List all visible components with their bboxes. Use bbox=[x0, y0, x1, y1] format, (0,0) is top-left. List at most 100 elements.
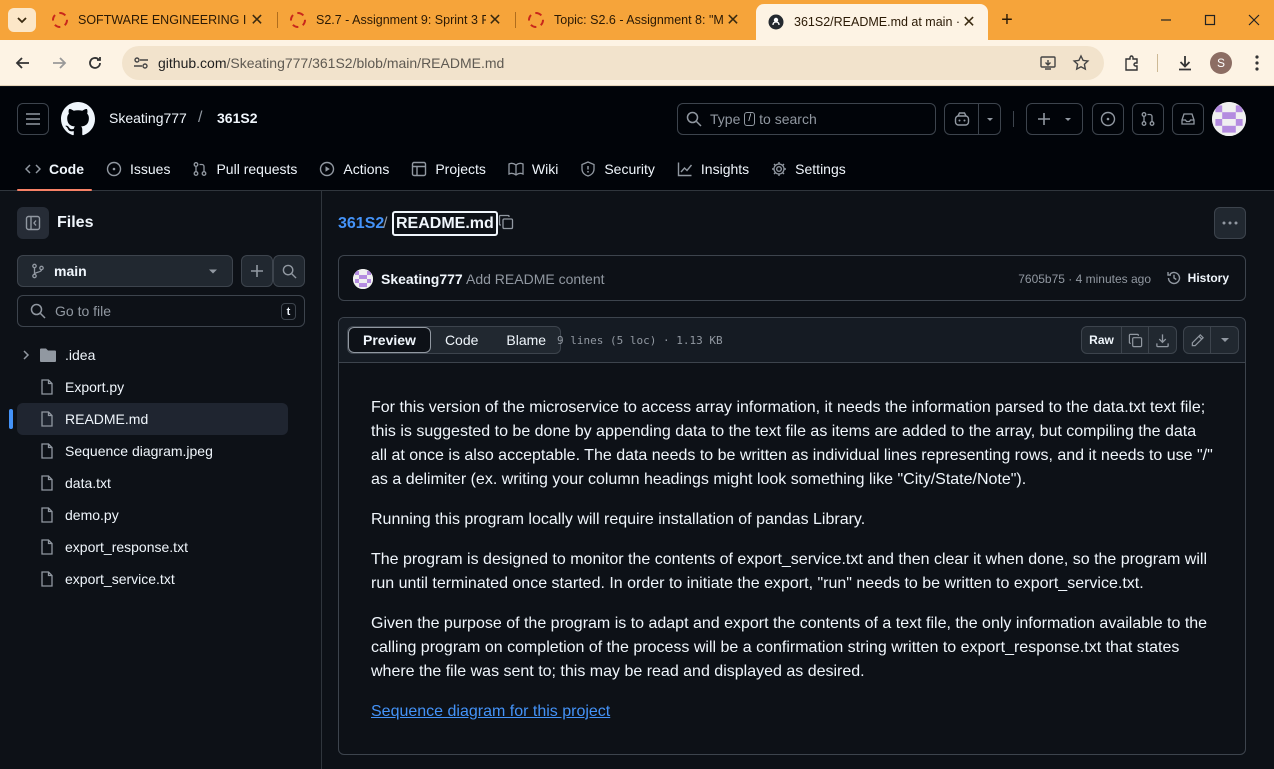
add-file-button[interactable] bbox=[241, 255, 273, 287]
file-tree-sidebar: Files main Go to file t .idea Export.py … bbox=[0, 191, 322, 769]
edit-options-dropdown[interactable] bbox=[1211, 327, 1238, 353]
sequence-diagram-link[interactable]: Sequence diagram for this project bbox=[371, 703, 610, 720]
tab-label: Actions bbox=[343, 161, 390, 177]
tab-pull-requests[interactable]: Pull requests bbox=[184, 147, 305, 191]
copilot-button[interactable] bbox=[944, 103, 1001, 135]
commit-message-link[interactable]: Add README content bbox=[466, 271, 605, 287]
tree-item-file-active[interactable]: README.md bbox=[9, 403, 288, 435]
chevron-right-icon[interactable] bbox=[21, 349, 31, 361]
profile-avatar[interactable]: S bbox=[1210, 52, 1232, 74]
tab-blame[interactable]: Blame bbox=[492, 327, 560, 353]
maximize-button[interactable] bbox=[1200, 10, 1220, 30]
tab-search-button[interactable] bbox=[8, 8, 36, 32]
repo-link[interactable]: 361S2 bbox=[217, 110, 257, 126]
commit-hash-time[interactable]: 7605b75 · 4 minutes ago bbox=[1018, 272, 1151, 286]
history-button[interactable]: History bbox=[1158, 262, 1237, 294]
browser-tab-1[interactable]: SOFTWARE ENGINEERING I (CS ✕ bbox=[40, 0, 276, 40]
tab-code[interactable]: Code bbox=[17, 147, 92, 191]
extensions-button[interactable] bbox=[1121, 52, 1143, 74]
tab-label: Preview bbox=[363, 332, 416, 348]
tab-label: Issues bbox=[130, 161, 171, 177]
create-new-button[interactable] bbox=[1026, 103, 1083, 135]
close-window-button[interactable] bbox=[1244, 10, 1264, 30]
inbox-button[interactable] bbox=[1172, 103, 1204, 135]
tab-preview[interactable]: Preview bbox=[348, 327, 431, 353]
avatar[interactable] bbox=[353, 269, 373, 289]
search-placeholder-prefix: Type bbox=[710, 111, 741, 127]
close-icon[interactable]: ✕ bbox=[486, 11, 504, 29]
tree-item-file[interactable]: export_response.txt bbox=[17, 531, 288, 563]
tab-issues[interactable]: Issues bbox=[98, 147, 178, 191]
browser-tab-2[interactable]: S2.7 - Assignment 9: Sprint 3 Pl ✕ bbox=[278, 0, 514, 40]
copy-raw-button[interactable] bbox=[1122, 327, 1149, 353]
reload-button[interactable] bbox=[84, 52, 106, 74]
pull-requests-button[interactable] bbox=[1132, 103, 1164, 135]
pull-request-icon bbox=[1141, 112, 1155, 126]
tab-insights[interactable]: Insights bbox=[669, 147, 757, 191]
close-icon[interactable]: ✕ bbox=[724, 11, 742, 29]
chevron-down-icon bbox=[17, 17, 27, 24]
file-view: 361S2 / README.md Skeating777 Add README… bbox=[322, 191, 1274, 769]
edit-file-button[interactable] bbox=[1184, 327, 1211, 353]
star-icon[interactable] bbox=[1072, 54, 1090, 72]
raw-button[interactable]: Raw bbox=[1082, 327, 1122, 353]
owner-link[interactable]: Skeating777 bbox=[109, 110, 187, 126]
chevron-down-icon bbox=[209, 269, 217, 274]
forward-button[interactable] bbox=[48, 52, 70, 74]
tree-item-file[interactable]: demo.py bbox=[17, 499, 288, 531]
issues-button[interactable] bbox=[1092, 103, 1124, 135]
breadcrumb-separator: / bbox=[198, 109, 203, 126]
tree-item-file[interactable]: Sequence diagram.jpeg bbox=[17, 435, 288, 467]
browser-tab-active[interactable]: 361S2/README.md at main · Sk ✕ bbox=[756, 4, 988, 40]
commit-author-link[interactable]: Skeating777 bbox=[381, 271, 463, 287]
tab-projects[interactable]: Projects bbox=[403, 147, 494, 191]
tree-item-file[interactable]: export_service.txt bbox=[17, 563, 288, 595]
tab-settings[interactable]: Settings bbox=[763, 147, 854, 191]
graph-icon bbox=[677, 162, 692, 177]
download-raw-button[interactable] bbox=[1149, 327, 1176, 353]
new-tab-button[interactable]: + bbox=[995, 9, 1019, 31]
branch-selector[interactable]: main bbox=[17, 255, 233, 287]
tree-item-label: export_response.txt bbox=[65, 539, 188, 555]
issue-icon bbox=[106, 161, 122, 177]
tree-item-file[interactable]: data.txt bbox=[17, 467, 288, 499]
file-tree: .idea Export.py README.md Sequence diagr… bbox=[9, 339, 305, 595]
file-header: Preview Code Blame 9 lines (5 loc) · 1.1… bbox=[339, 318, 1245, 363]
tab-security[interactable]: Security bbox=[572, 147, 663, 191]
search-files-button[interactable] bbox=[273, 255, 305, 287]
play-icon bbox=[320, 161, 335, 177]
github-logo-icon[interactable] bbox=[61, 102, 95, 136]
browser-tab-3[interactable]: Topic: S2.6 - Assignment 8: "Mic ✕ bbox=[516, 0, 752, 40]
tab-actions[interactable]: Actions bbox=[311, 147, 397, 191]
book-icon bbox=[508, 162, 524, 176]
collapse-file-tree-button[interactable] bbox=[17, 207, 49, 239]
file-icon bbox=[41, 539, 53, 555]
canvas-favicon-icon bbox=[528, 12, 544, 28]
close-icon[interactable]: ✕ bbox=[960, 13, 978, 31]
tree-item-file[interactable]: Export.py bbox=[17, 371, 288, 403]
tab-label: Blame bbox=[506, 332, 547, 348]
github-header: Skeating777 / 361S2 Type / to search Cod… bbox=[0, 87, 1274, 191]
tree-item-folder[interactable]: .idea bbox=[17, 339, 288, 371]
history-icon bbox=[1166, 271, 1180, 285]
search-placeholder-suffix: to search bbox=[759, 111, 817, 127]
site-settings-icon[interactable] bbox=[132, 54, 150, 72]
address-bar[interactable]: github.com/Skeating777/361S2/blob/main/R… bbox=[122, 46, 1104, 80]
path-repo-link[interactable]: 361S2 bbox=[338, 215, 384, 233]
downloads-button[interactable] bbox=[1174, 52, 1196, 74]
open-nav-button[interactable] bbox=[17, 103, 49, 135]
close-icon[interactable]: ✕ bbox=[248, 11, 266, 29]
go-to-file-input[interactable]: Go to file t bbox=[17, 295, 305, 327]
copy-icon[interactable] bbox=[498, 214, 514, 230]
install-app-icon[interactable] bbox=[1039, 54, 1057, 72]
search-input[interactable]: Type / to search bbox=[677, 103, 936, 135]
browser-menu-button[interactable] bbox=[1246, 52, 1268, 74]
reload-icon bbox=[89, 57, 101, 69]
more-options-button[interactable] bbox=[1214, 207, 1246, 239]
back-button[interactable] bbox=[12, 52, 34, 74]
minimize-button[interactable] bbox=[1156, 10, 1176, 30]
tab-code-view[interactable]: Code bbox=[431, 327, 492, 353]
file-icon bbox=[41, 443, 53, 459]
user-avatar[interactable] bbox=[1212, 102, 1246, 136]
tab-wiki[interactable]: Wiki bbox=[500, 147, 566, 191]
